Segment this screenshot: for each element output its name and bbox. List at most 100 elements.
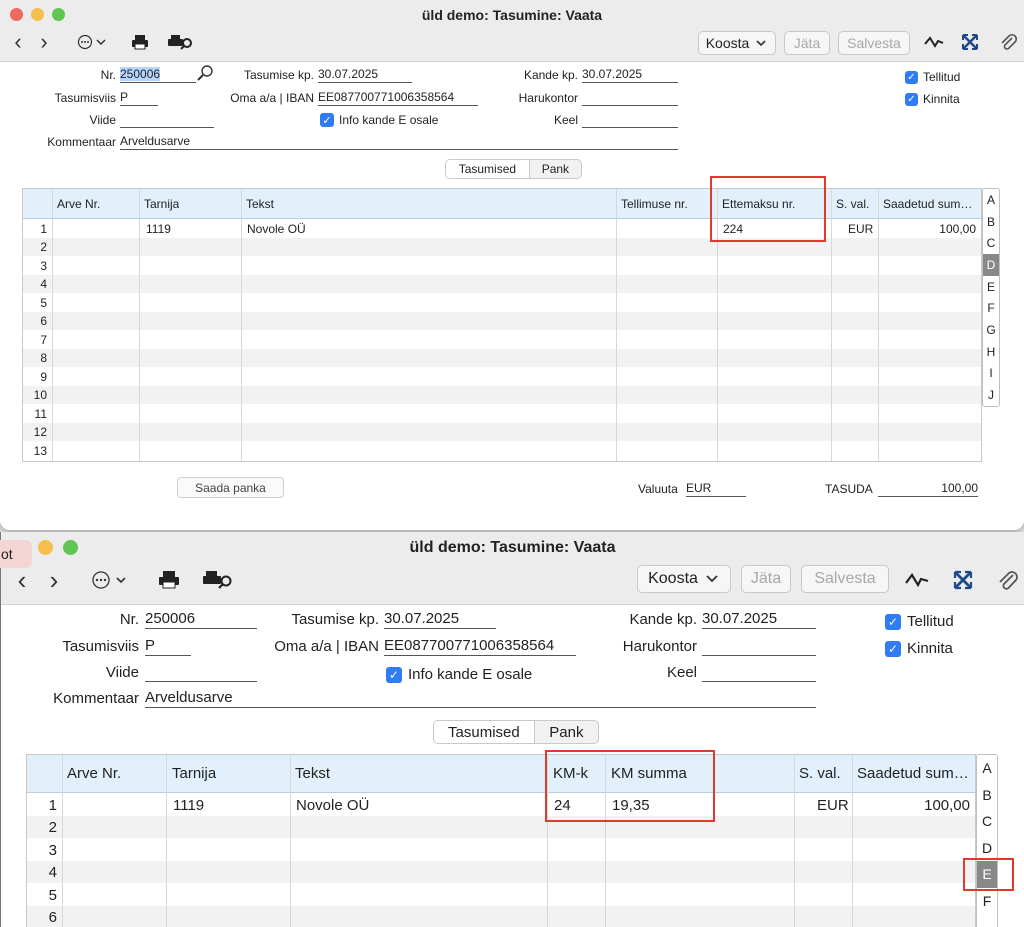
section-a-tab[interactable]: A <box>983 189 999 211</box>
table-cell[interactable]: EUR <box>848 222 873 236</box>
section-j-tab[interactable]: J <box>983 384 999 406</box>
koosta-menu-button[interactable]: Koosta <box>698 31 776 55</box>
salvesta-button[interactable]: Salvesta <box>801 565 889 593</box>
attach-button[interactable] <box>997 568 1019 592</box>
tasumisviis-field[interactable]: P <box>120 90 158 106</box>
toolbar: üld demo: Tasumine: Vaata ‹ › Koosta Jät… <box>1 532 1024 605</box>
back-button[interactable]: ‹ <box>10 29 26 54</box>
section-i-tab[interactable]: I <box>983 363 999 385</box>
column-header[interactable]: Arve Nr. <box>67 765 121 782</box>
tasumisviis-field[interactable]: P <box>145 637 191 656</box>
info-kande-label: Info kande E osale <box>408 666 533 683</box>
section-d-tab[interactable]: D <box>983 254 999 276</box>
forward-button[interactable]: › <box>36 29 52 54</box>
nr-field[interactable]: 250006 <box>120 67 196 83</box>
tasumise-kp-field[interactable]: 30.07.2025 <box>384 610 496 629</box>
kinnita-checkbox[interactable]: ✓ Kinnita <box>885 640 953 657</box>
print-preview-button[interactable] <box>203 570 233 590</box>
row-number: 8 <box>40 351 47 365</box>
column-header[interactable]: Saadetud sum… <box>857 765 973 782</box>
keel-field[interactable] <box>582 112 678 128</box>
row-number: 6 <box>48 909 57 926</box>
tab-tasumised[interactable]: Tasumised <box>446 160 530 178</box>
keel-field[interactable] <box>702 663 816 682</box>
section-g-tab[interactable]: G <box>983 319 999 341</box>
harukontor-field[interactable] <box>582 90 678 106</box>
jata-button[interactable]: Jäta <box>741 565 791 593</box>
activity-button[interactable] <box>905 570 929 590</box>
column-header[interactable]: Tekst <box>246 197 274 211</box>
table-cell[interactable]: EUR <box>817 797 849 814</box>
section-c-tab[interactable]: C <box>977 808 997 835</box>
saada-panka-button[interactable]: Saada panka <box>177 477 284 498</box>
harukontor-field[interactable] <box>702 637 816 656</box>
tellitud-checkbox[interactable]: ✓ Tellitud <box>905 70 960 84</box>
more-menu-button[interactable] <box>91 570 131 590</box>
column-header[interactable]: Saadetud sum… <box>883 197 979 211</box>
table-cell[interactable]: 1119 <box>146 222 171 236</box>
oma-iban-field[interactable]: EE087700771006358564 <box>384 637 576 656</box>
window-title: üld demo: Tasumine: Vaata <box>409 539 616 556</box>
section-e-tab[interactable]: E <box>983 276 999 298</box>
window-title: üld demo: Tasumine: Vaata <box>421 7 603 23</box>
column-header[interactable]: Arve Nr. <box>57 197 100 211</box>
forward-button[interactable]: › <box>45 565 63 595</box>
section-a-tab[interactable]: A <box>977 755 997 782</box>
expand-button[interactable] <box>960 33 980 51</box>
tasuda-field[interactable]: 100,00 <box>878 481 978 497</box>
section-f-tab[interactable]: F <box>977 888 997 915</box>
table-cell[interactable]: 100,00 <box>857 797 970 814</box>
activity-button[interactable] <box>924 33 944 51</box>
jata-button[interactable]: Jäta <box>784 31 830 55</box>
column-header[interactable]: Tellimuse nr. <box>621 197 688 211</box>
section-h-tab[interactable]: H <box>983 341 999 363</box>
koosta-menu-button[interactable]: Koosta <box>637 565 731 593</box>
section-f-tab[interactable]: F <box>983 297 999 319</box>
expand-button[interactable] <box>951 569 975 591</box>
section-b-tab[interactable]: B <box>977 782 997 809</box>
harukontor-label: Harukontor <box>622 638 697 655</box>
kommentaar-field[interactable]: Arveldusarve <box>120 134 678 150</box>
print-button[interactable] <box>157 570 181 590</box>
tab-tasumised[interactable]: Tasumised <box>434 721 535 743</box>
table-cell[interactable]: Novole OÜ <box>296 797 369 814</box>
print-button[interactable] <box>130 33 150 51</box>
back-button[interactable]: ‹ <box>13 565 31 595</box>
column-header[interactable]: S. val. <box>836 197 869 211</box>
column-header[interactable]: Tarnija <box>172 765 216 782</box>
info-kande-checkbox[interactable]: ✓ Info kande E osale <box>386 666 532 683</box>
column-header[interactable]: S. val. <box>799 765 841 782</box>
viide-field[interactable] <box>120 112 214 128</box>
kande-kp-field[interactable]: 30.07.2025 <box>582 67 678 83</box>
payment-window-bottom: üld demo: Tasumine: Vaata ‹ › Koosta Jät… <box>0 532 1024 927</box>
tab-pank[interactable]: Pank <box>535 721 598 743</box>
section-c-tab[interactable]: C <box>983 232 999 254</box>
print-preview-button[interactable] <box>168 33 194 51</box>
column-header[interactable]: Tarnija <box>144 197 179 211</box>
row-number: 9 <box>40 370 47 384</box>
info-kande-checkbox[interactable]: ✓ Info kande E osale <box>320 113 438 127</box>
column-header[interactable]: Tekst <box>295 765 330 782</box>
nr-search-button[interactable] <box>196 65 214 84</box>
more-menu-button[interactable] <box>76 33 110 51</box>
attach-button[interactable] <box>998 32 1018 52</box>
kommentaar-field[interactable]: Arveldusarve <box>145 689 816 708</box>
tab-pank[interactable]: Pank <box>530 160 581 178</box>
viide-field[interactable] <box>145 663 257 682</box>
table-cell[interactable]: 1119 <box>173 797 204 814</box>
tasumise-kp-field[interactable]: 30.07.2025 <box>318 67 412 83</box>
more-icon <box>92 571 126 589</box>
valuuta-field[interactable]: EUR <box>686 481 746 497</box>
table-cell[interactable]: 100,00 <box>883 222 976 236</box>
tellitud-checkbox[interactable]: ✓ Tellitud <box>885 613 954 630</box>
table-cell[interactable]: Novole OÜ <box>247 222 306 236</box>
harukontor-label: Harukontor <box>518 91 578 105</box>
section-b-tab[interactable]: B <box>983 211 999 233</box>
salvesta-button[interactable]: Salvesta <box>838 31 910 55</box>
overlay-tag: ot <box>0 540 32 568</box>
tasumisviis-label: Tasumisviis <box>62 638 139 655</box>
nr-field[interactable]: 250006 <box>145 610 257 629</box>
kande-kp-field[interactable]: 30.07.2025 <box>702 610 816 629</box>
kinnita-checkbox[interactable]: ✓ Kinnita <box>905 92 960 106</box>
oma-iban-field[interactable]: EE087700771006358564 <box>318 90 478 106</box>
